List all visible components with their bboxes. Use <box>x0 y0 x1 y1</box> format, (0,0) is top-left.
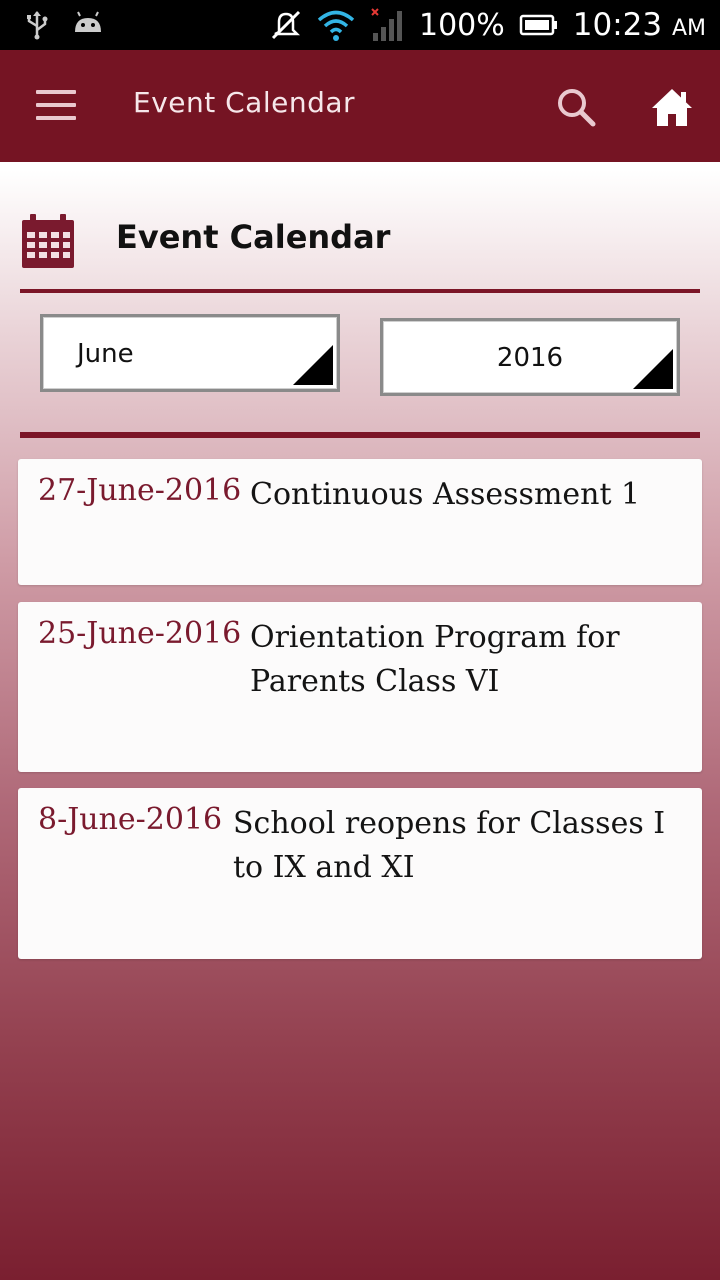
search-button[interactable] <box>555 86 597 128</box>
signal-icon <box>371 8 402 41</box>
battery-icon <box>519 14 557 36</box>
clock-time: 10:23 <box>572 7 663 43</box>
calendar-icon <box>22 214 74 268</box>
clock-ampm: AM <box>671 16 706 41</box>
divider-top <box>20 289 700 293</box>
month-select-value: June <box>77 339 134 369</box>
status-left <box>22 10 104 40</box>
dropdown-arrow-icon <box>293 345 333 385</box>
app-bar-title: Event Calendar <box>133 86 356 119</box>
divider-bottom <box>20 432 700 438</box>
app-bar: Event Calendar <box>0 50 720 162</box>
home-icon <box>652 89 692 126</box>
event-date: 25-June-2016 <box>38 616 242 651</box>
clock: 10:23 AM <box>573 7 706 43</box>
event-description: Orientation Program for Parents Class VI <box>250 620 620 699</box>
event-card[interactable]: 27-June-2016 Continuous Assessment 1 <box>18 459 702 585</box>
status-right: 100% 10:23 AM <box>269 0 706 50</box>
event-description: Continuous Assessment 1 <box>250 477 641 512</box>
battery-percent: 100% <box>418 7 505 43</box>
menu-button[interactable] <box>36 90 76 122</box>
page-title: Event Calendar <box>116 218 391 256</box>
android-icon <box>75 11 101 32</box>
year-select[interactable]: 2016 <box>380 318 680 396</box>
event-card[interactable]: 25-June-2016 Orientation Program for Par… <box>18 602 702 772</box>
month-select[interactable]: June <box>40 314 340 392</box>
usb-icon <box>27 11 48 40</box>
dropdown-arrow-icon <box>633 349 673 389</box>
event-card[interactable]: 8-June-2016 School reopens for Classes I… <box>18 788 702 959</box>
wifi-icon <box>317 10 355 41</box>
mute-icon <box>271 10 301 40</box>
event-date: 8-June-2016 <box>38 802 223 837</box>
home-button[interactable] <box>650 86 694 128</box>
search-icon <box>558 89 596 127</box>
event-date: 27-June-2016 <box>38 473 242 508</box>
status-bar: 100% 10:23 AM <box>0 0 720 50</box>
event-description: School reopens for Classes I to IX and X… <box>233 806 666 885</box>
